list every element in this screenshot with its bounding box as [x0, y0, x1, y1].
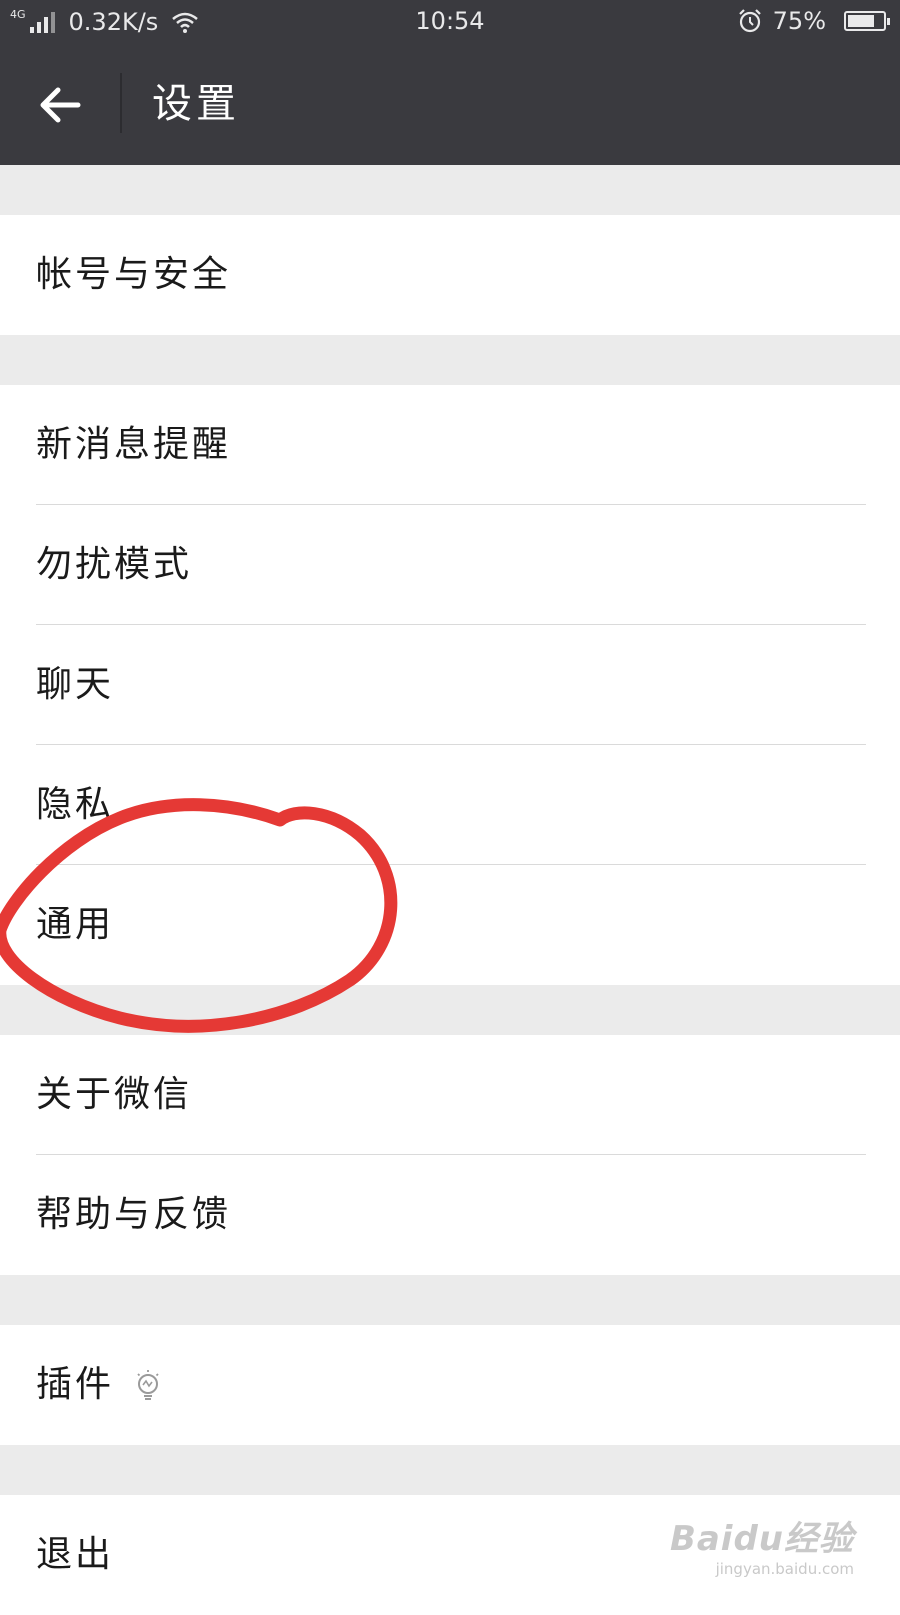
battery-icon — [844, 11, 890, 31]
app-bar: 设置 — [0, 45, 900, 165]
settings-item-label: 插件 — [36, 1364, 115, 1405]
settings-item-privacy[interactable]: 隐私 — [0, 745, 900, 865]
settings-item-new-message-alerts[interactable]: 新消息提醒 — [0, 385, 900, 505]
settings-item-label: 帮助与反馈 — [36, 1194, 232, 1235]
settings-item-account-security[interactable]: 帐号与安全 — [0, 215, 900, 335]
settings-item-label: 帐号与安全 — [36, 254, 232, 295]
settings-item-chat[interactable]: 聊天 — [0, 625, 900, 745]
alarm-icon — [738, 9, 761, 33]
settings-item-label: 隐私 — [36, 784, 115, 825]
status-right: 75% — [737, 7, 890, 35]
lightbulb-icon — [137, 1370, 159, 1400]
settings-item-general[interactable]: 通用 — [0, 865, 900, 985]
status-bar: 4G 0.32K/s 10:54 75% — [0, 0, 900, 45]
arrow-left-icon — [40, 87, 81, 123]
settings-item-label: 关于微信 — [36, 1074, 193, 1115]
settings-item-help-feedback[interactable]: 帮助与反馈 — [0, 1155, 900, 1275]
settings-item-label: 退出 — [36, 1534, 115, 1575]
settings-item-about-wechat[interactable]: 关于微信 — [0, 1035, 900, 1155]
settings-item-plugins[interactable]: 插件 — [0, 1325, 900, 1445]
settings-item-label: 聊天 — [36, 664, 115, 705]
back-button[interactable] — [30, 75, 90, 135]
app-bar-divider — [120, 73, 122, 133]
battery-level — [848, 15, 874, 27]
settings-item-label: 新消息提醒 — [36, 424, 232, 465]
settings-item-do-not-disturb[interactable]: 勿扰模式 — [0, 505, 900, 625]
battery-percent: 75% — [772, 7, 826, 35]
page-title: 设置 — [152, 81, 240, 127]
settings-item-logout[interactable]: 退出 — [0, 1495, 900, 1615]
settings-item-label: 通用 — [36, 904, 115, 945]
settings-item-label: 勿扰模式 — [36, 544, 193, 585]
